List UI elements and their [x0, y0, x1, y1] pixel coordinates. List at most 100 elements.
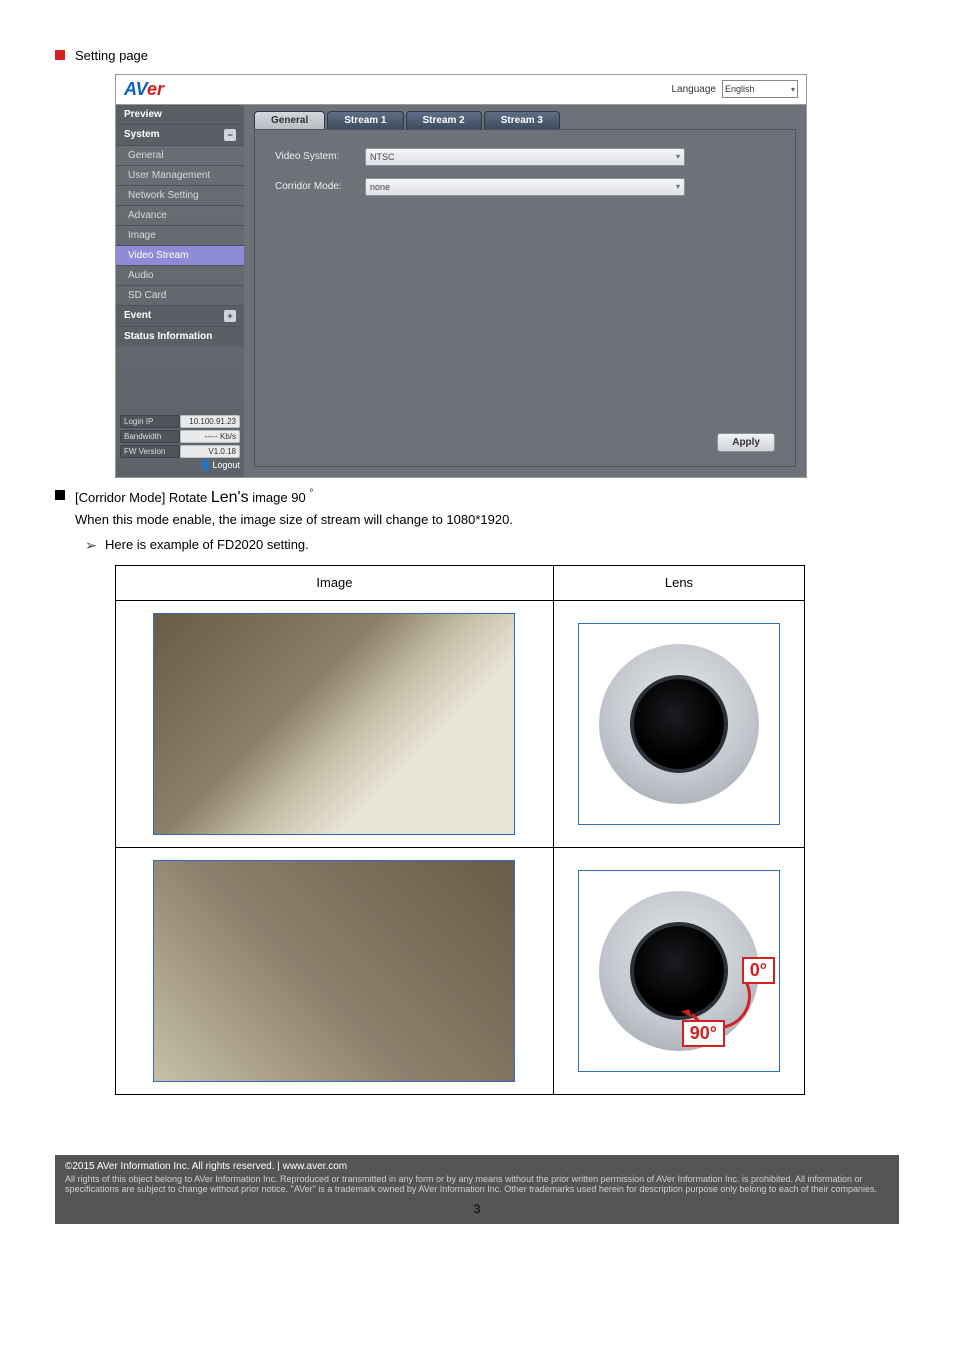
- corridor-mode-label: Corridor Mode:: [275, 181, 365, 192]
- tab-label: General: [271, 115, 308, 126]
- photo-rotated: ·: [153, 860, 515, 1082]
- footer-line1: ©2015 AVer Information Inc. All rights r…: [65, 1161, 889, 1172]
- photo-watermark: ·: [158, 1071, 160, 1078]
- sidebar-footer: Login IP 10.100.91.23 Bandwidth ----- Kb…: [116, 411, 244, 477]
- sidebar-system-label: System: [124, 129, 160, 140]
- chevron-down-icon: ▾: [676, 182, 680, 191]
- cell-lens-rotated: 0° 90°: [553, 847, 804, 1094]
- apply-label: Apply: [732, 437, 760, 448]
- sidebar-item-user-management[interactable]: User Management: [116, 166, 244, 186]
- sidebar-item-general[interactable]: General: [116, 146, 244, 166]
- t-lens: Len's: [211, 489, 249, 506]
- sidebar-status-information[interactable]: Status Information: [116, 327, 244, 346]
- t: [Corridor Mode] Rotate: [75, 490, 211, 505]
- arrow-bullet-icon: ➢: [85, 537, 97, 554]
- photo-landscape: ·: [153, 613, 515, 835]
- language-select[interactable]: English ▾: [722, 80, 798, 98]
- language-selector-wrap: Language English ▾: [672, 80, 799, 98]
- dome-camera-annotated: 0° 90°: [578, 870, 780, 1072]
- section1-text: Setting page: [75, 46, 899, 66]
- sidebar-item-network-setting[interactable]: Network Setting: [116, 186, 244, 206]
- language-value: English: [725, 84, 755, 94]
- apply-button[interactable]: Apply: [717, 433, 775, 452]
- section2-text: [Corridor Mode] Rotate Len's image 90 ° …: [75, 486, 899, 530]
- dome-body: [599, 644, 759, 804]
- language-label: Language: [672, 84, 717, 95]
- tab-stream-1[interactable]: Stream 1: [327, 111, 403, 129]
- tab-stream-2[interactable]: Stream 2: [406, 111, 482, 129]
- sidebar-item-video-stream[interactable]: Video Stream: [116, 246, 244, 266]
- logo-part-av: AV: [124, 79, 147, 99]
- fw-version-label: FW Version: [120, 445, 180, 458]
- sidebar-item-label: User Management: [128, 170, 210, 181]
- logo-part-er: er: [147, 79, 164, 99]
- degree-note: °: [309, 488, 313, 499]
- tab-label: Stream 1: [344, 115, 386, 126]
- user-icon: 👤: [200, 460, 210, 471]
- login-ip-label: Login IP: [120, 415, 180, 428]
- sidebar-preview-label: Preview: [124, 109, 162, 120]
- sidebar-item-label: Video Stream: [128, 250, 188, 261]
- fw-version-value: V1.0.18: [180, 445, 240, 458]
- annotation-0deg: 0°: [742, 957, 775, 984]
- tab-bar: General Stream 1 Stream 2 Stream 3: [254, 111, 796, 129]
- tab-label: Stream 3: [501, 115, 543, 126]
- corridor-mode-value: none: [370, 182, 390, 192]
- sidebar-event-label: Event: [124, 310, 151, 321]
- sidebar-event[interactable]: Event +: [116, 306, 244, 327]
- sidebar-item-label: General: [128, 150, 164, 161]
- example-table: Image Lens · ·: [115, 565, 805, 1095]
- sidebar-item-label: Audio: [128, 270, 154, 281]
- webui-header: AVer Language English ▾: [116, 75, 806, 105]
- sidebar-item-label: Advance: [128, 210, 167, 221]
- section3-text: Here is example of FD2020 setting.: [105, 535, 899, 555]
- webui-screenshot: AVer Language English ▾ Preview System −…: [115, 74, 807, 478]
- t: When this mode enable, the image size of…: [75, 512, 513, 527]
- sidebar-item-label: SD Card: [128, 290, 166, 301]
- corridor-mode-select[interactable]: none ▾: [365, 178, 685, 196]
- sidebar-item-label: Image: [128, 230, 156, 241]
- aver-logo: AVer: [124, 79, 164, 100]
- collapse-icon: −: [224, 129, 236, 141]
- tab-stream-3[interactable]: Stream 3: [484, 111, 560, 129]
- dome-lens: [630, 675, 728, 773]
- sidebar-preview[interactable]: Preview: [116, 105, 244, 125]
- video-system-value: NTSC: [370, 152, 395, 162]
- bandwidth-value: ----- Kb/s: [180, 430, 240, 443]
- footer-line2: All rights of this object belong to AVer…: [65, 1174, 889, 1194]
- col-header-lens: Lens: [553, 565, 804, 600]
- dome-camera: [578, 623, 780, 825]
- tab-label: Stream 2: [423, 115, 465, 126]
- t: image 90: [249, 490, 306, 505]
- photo-watermark: ·: [158, 824, 160, 831]
- example-table-wrap: Image Lens · ·: [115, 565, 899, 1095]
- bullet-red: [55, 50, 65, 60]
- logout-link[interactable]: 👤 Logout: [120, 460, 240, 471]
- logout-label: Logout: [212, 460, 240, 470]
- bullet-black: [55, 490, 65, 500]
- sidebar-item-sd-card[interactable]: SD Card: [116, 286, 244, 306]
- cell-image-rotated: ·: [116, 847, 554, 1094]
- chevron-down-icon: ▾: [791, 85, 795, 94]
- tab-general[interactable]: General: [254, 111, 325, 129]
- cell-lens-normal: [553, 600, 804, 847]
- main-panel: General Stream 1 Stream 2 Stream 3 Video…: [244, 105, 806, 477]
- cell-image-normal: ·: [116, 600, 554, 847]
- annotation-90deg: 90°: [682, 1020, 725, 1047]
- bandwidth-label: Bandwidth: [120, 430, 180, 443]
- sidebar-item-image[interactable]: Image: [116, 226, 244, 246]
- page-number: 3: [55, 1202, 899, 1216]
- sidebar-item-audio[interactable]: Audio: [116, 266, 244, 286]
- chevron-down-icon: ▾: [676, 152, 680, 161]
- col-header-image: Image: [116, 565, 554, 600]
- sidebar-item-label: Network Setting: [128, 190, 199, 201]
- sidebar: Preview System − General User Management…: [116, 105, 244, 477]
- sidebar-status-label: Status Information: [124, 331, 212, 342]
- settings-panel: Video System: NTSC ▾ Corridor Mode: none…: [254, 129, 796, 467]
- expand-icon: +: [224, 310, 236, 322]
- sidebar-item-advance[interactable]: Advance: [116, 206, 244, 226]
- sidebar-system[interactable]: System −: [116, 125, 244, 146]
- video-system-select[interactable]: NTSC ▾: [365, 148, 685, 166]
- login-ip-value: 10.100.91.23: [180, 415, 240, 428]
- video-system-label: Video System:: [275, 151, 365, 162]
